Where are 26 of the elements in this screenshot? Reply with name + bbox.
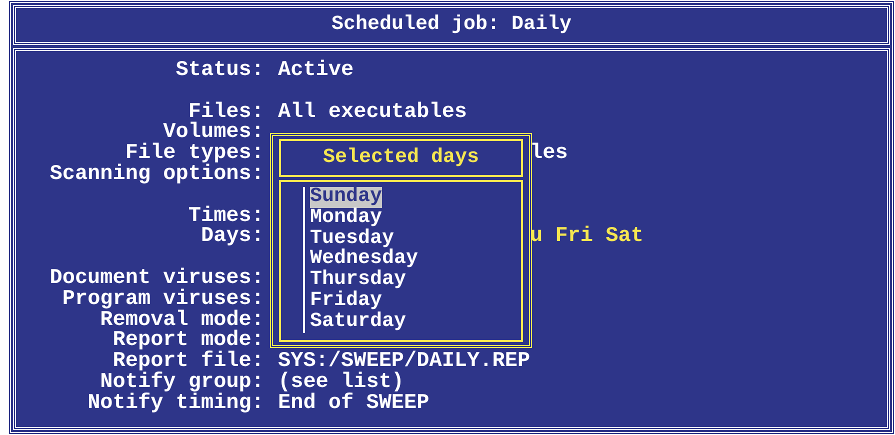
field-label: Days: — [200, 227, 264, 248]
day-option[interactable]: Thursday — [310, 270, 406, 291]
field-label: Report file: — [112, 352, 264, 373]
day-option[interactable]: Friday — [310, 290, 382, 312]
day-option[interactable]: Wednesday — [310, 249, 418, 270]
day-option[interactable]: Monday — [310, 208, 382, 229]
window-title: Scheduled job: Daily — [331, 14, 572, 36]
field-label: Program viruses: — [62, 290, 264, 311]
day-option[interactable]: Sunday — [310, 187, 382, 208]
field-label: Notify timing: — [88, 394, 264, 415]
field-value: (see list) — [278, 372, 404, 394]
field-value: Active — [278, 61, 354, 82]
field-label: Scanning options: — [50, 164, 264, 186]
field-value: End of SWEEP — [278, 394, 430, 415]
field-value: les — [530, 144, 568, 165]
field-value: All executables — [278, 102, 468, 124]
day-option[interactable]: Tuesday — [310, 228, 394, 250]
field-label: Document viruses: — [50, 268, 264, 290]
field-label: Notify group: — [100, 372, 264, 394]
field-value: SYS:/SWEEP/DAILY.REP — [278, 352, 530, 373]
field-label: File types: — [125, 144, 264, 165]
field-label: Times: — [188, 206, 264, 228]
field-label: Volumes: — [163, 123, 264, 144]
popup-title: Selected days — [322, 145, 480, 171]
day-option[interactable]: Saturday — [310, 312, 406, 333]
field-label: Status: — [176, 61, 264, 82]
